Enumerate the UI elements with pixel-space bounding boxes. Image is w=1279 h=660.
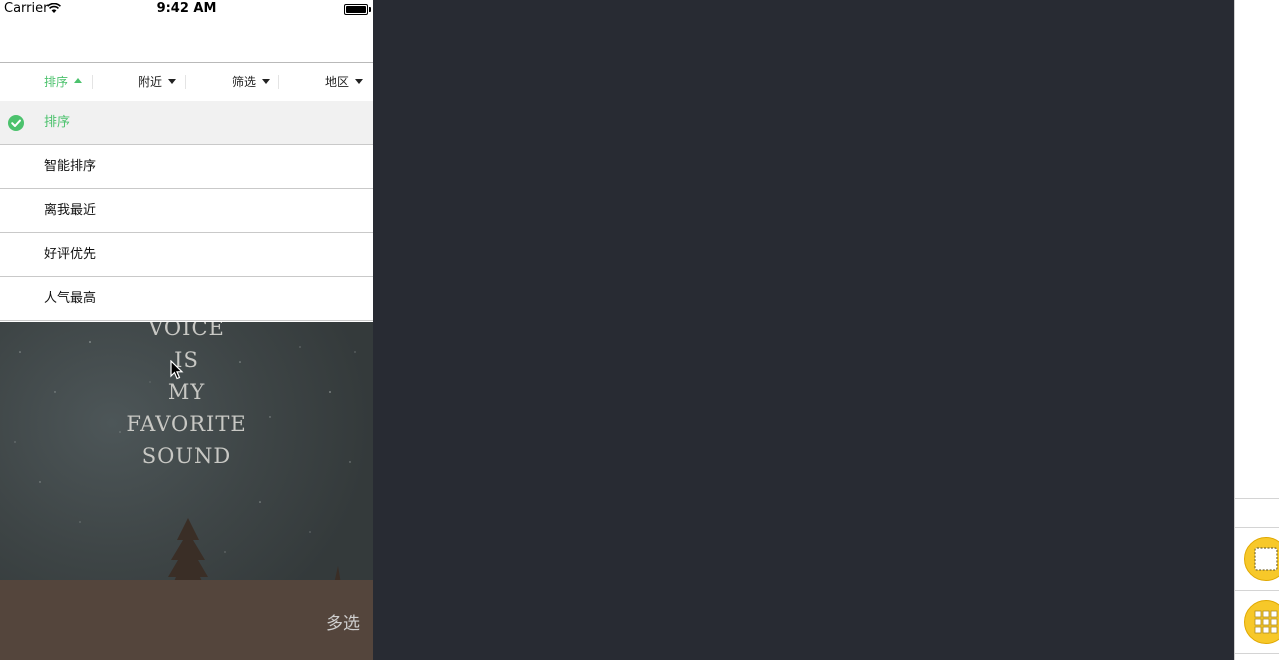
tab-sort[interactable]: 排序 — [44, 63, 83, 101]
menu-item-sort[interactable]: 排序 — [0, 101, 373, 145]
simulator-screen: Carrier 9:42 AM 排序 附近 筛选 地区 排序 智能排序 离我最近… — [0, 0, 373, 660]
menu-item-most-popular[interactable]: 人气最高 — [0, 277, 373, 321]
caret-down-icon — [262, 79, 271, 84]
tab-divider — [185, 75, 186, 89]
menu-item-nearest[interactable]: 离我最近 — [0, 189, 373, 233]
menu-item-label: 人气最高 — [44, 291, 97, 306]
panel-divider — [1235, 653, 1279, 654]
panel-divider — [1235, 498, 1279, 499]
panel-divider — [1235, 527, 1279, 528]
tab-nearby-label: 附近 — [138, 75, 163, 89]
filter-bar: 排序 附近 筛选 地区 — [0, 63, 373, 101]
battery-icon — [344, 4, 371, 15]
cursor-icon — [170, 360, 184, 380]
tab-divider — [92, 75, 93, 89]
panel-divider — [1235, 590, 1279, 591]
menu-item-top-rated[interactable]: 好评优先 — [0, 233, 373, 277]
multi-select-button[interactable]: 多选 — [326, 609, 360, 634]
tab-filter-label: 筛选 — [232, 75, 257, 89]
menu-item-label: 智能排序 — [44, 159, 97, 174]
status-bar: Carrier 9:42 AM — [0, 0, 373, 18]
status-time: 9:42 AM — [156, 1, 217, 16]
tab-sort-label: 排序 — [44, 75, 69, 89]
caret-up-icon — [74, 78, 83, 83]
tab-region-label: 地区 — [325, 75, 350, 89]
background-text: VOICE IS MY FAVORITE SOUND — [0, 322, 373, 472]
caret-down-icon — [355, 79, 364, 84]
ground — [0, 580, 373, 660]
tab-filter[interactable]: 筛选 — [232, 63, 271, 101]
background-text-line: IS — [174, 348, 199, 372]
collection-view-icon[interactable] — [1244, 600, 1279, 644]
background-text-line: VOICE — [148, 322, 225, 340]
menu-item-label: 排序 — [44, 115, 71, 130]
tab-divider — [278, 75, 279, 89]
object-library-panel — [1234, 0, 1279, 660]
menu-item-label: 好评优先 — [44, 247, 97, 262]
background-text-line: MY — [167, 380, 206, 404]
background-text-line: FAVORITE — [126, 412, 247, 436]
sort-dropdown-menu: 排序 智能排序 离我最近 好评优先 人气最高 — [0, 101, 373, 321]
tab-nearby[interactable]: 附近 — [138, 63, 177, 101]
background-text-line: SOUND — [141, 444, 232, 468]
menu-item-label: 离我最近 — [44, 203, 97, 218]
navigation-bar — [0, 18, 373, 63]
view-object-icon[interactable] — [1244, 537, 1279, 581]
check-icon — [8, 115, 24, 131]
background-image: VOICE IS MY FAVORITE SOUND 多选 — [0, 322, 373, 660]
caret-down-icon — [168, 79, 177, 84]
tab-region[interactable]: 地区 — [325, 63, 364, 101]
menu-item-smart-sort[interactable]: 智能排序 — [0, 145, 373, 189]
